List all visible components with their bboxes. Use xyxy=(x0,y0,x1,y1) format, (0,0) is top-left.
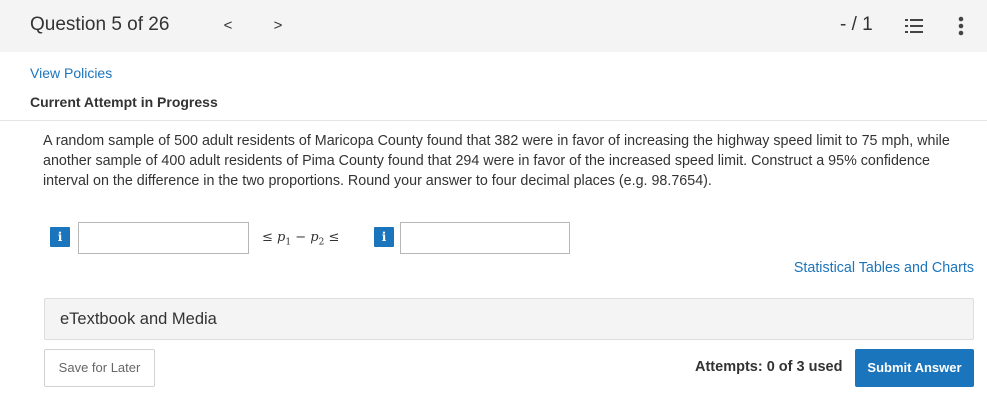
more-vertical-icon[interactable] xyxy=(957,15,965,42)
lower-bound-input[interactable] xyxy=(78,222,249,254)
info-icon[interactable]: i xyxy=(50,227,70,247)
answer-row: i ≤ p1 − p2 ≤ i xyxy=(50,220,590,254)
score-display: - / 1 xyxy=(840,14,873,35)
question-text: A random sample of 500 adult residents o… xyxy=(43,133,950,189)
question-counter: Question 5 of 26 xyxy=(30,14,170,35)
leq-symbol: ≤ xyxy=(262,230,273,245)
attempt-status-heading: Current Attempt in Progress xyxy=(30,94,218,110)
top-bar: Question 5 of 26 < > - / 1 xyxy=(0,0,987,52)
divider xyxy=(0,120,987,121)
p2-subscript: 2 xyxy=(318,237,325,248)
etextbook-label: eTextbook and Media xyxy=(60,310,217,328)
question-card: View Policies Current Attempt in Progres… xyxy=(0,52,987,411)
view-policies-link[interactable]: View Policies xyxy=(30,65,112,81)
upper-bound-input[interactable] xyxy=(400,222,570,254)
etextbook-media-panel[interactable]: eTextbook and Media xyxy=(44,298,974,340)
leq-symbol: ≤ xyxy=(328,230,340,245)
p2-symbol: p xyxy=(310,230,319,245)
previous-question-button[interactable]: < xyxy=(218,14,238,38)
inequality-expression: ≤ p1 − p2 ≤ xyxy=(262,230,339,248)
minus-symbol: − xyxy=(295,230,307,245)
p1-subscript: 1 xyxy=(285,237,292,248)
next-question-button[interactable]: > xyxy=(268,14,288,38)
list-icon[interactable] xyxy=(904,16,924,41)
attempts-counter: Attempts: 0 of 3 used xyxy=(695,359,843,375)
statistical-tables-link[interactable]: Statistical Tables and Charts xyxy=(794,260,974,276)
info-icon[interactable]: i xyxy=(374,227,394,247)
submit-answer-button[interactable]: Submit Answer xyxy=(855,349,974,387)
save-for-later-button[interactable]: Save for Later xyxy=(44,349,155,387)
